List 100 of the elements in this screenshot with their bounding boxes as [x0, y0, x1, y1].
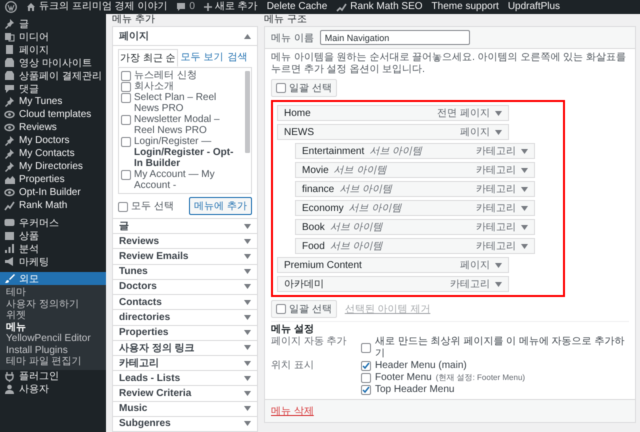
sidebar-item[interactable]: 우커머스 — [0, 216, 106, 229]
submenu-item[interactable]: 테마 — [0, 287, 106, 298]
caret-icon — [521, 168, 528, 172]
menu-item[interactable]: 아카데미 카테고리 — [277, 276, 509, 292]
sidebar-item[interactable]: 상품 — [0, 229, 106, 242]
scrollbar[interactable] — [245, 71, 250, 153]
accordion-header[interactable]: Properties — [112, 326, 258, 341]
checkbox[interactable] — [118, 202, 128, 212]
menu-item-type: 카테고리 — [476, 164, 516, 177]
sidebar-item[interactable]: 마케팅 — [0, 255, 106, 268]
sidebar-item[interactable]: Reviews — [0, 121, 106, 134]
accordion-header[interactable]: 카테고리 — [112, 356, 258, 372]
checkbox[interactable] — [121, 93, 131, 103]
menu-item[interactable]: Economy 서브 아이템 카테고리 — [295, 200, 535, 216]
accordion-header[interactable]: Subgenres — [112, 416, 258, 432]
accordion-header[interactable]: directories — [112, 310, 258, 326]
accordion-header[interactable]: 글 — [112, 219, 258, 234]
menu-item[interactable]: Premium Content 페이지 — [277, 257, 509, 273]
accordion-header[interactable]: Doctors — [112, 280, 258, 296]
menu-item[interactable]: Entertainment 서브 아이템 카테고리 — [295, 143, 535, 159]
caret-icon — [244, 314, 251, 320]
accordion-header[interactable]: Review Emails — [112, 249, 258, 265]
toolbar-link[interactable]: UpdraftPlus — [508, 1, 560, 13]
menu-item-title: NEWS — [284, 126, 314, 138]
accordion-header[interactable]: Reviews — [112, 234, 258, 250]
sidebar-item[interactable]: 댓글 — [0, 82, 106, 95]
tab[interactable]: 가장 최근 순 — [118, 49, 178, 67]
checkbox[interactable] — [121, 71, 131, 81]
tab[interactable]: 검색 — [226, 49, 248, 67]
accordion-header[interactable]: Leads - Lists — [112, 371, 258, 386]
accordion-header[interactable]: 사용자 정의 링크 — [112, 340, 258, 356]
accordion-header[interactable]: Contacts — [112, 295, 258, 310]
sidebar-item[interactable]: My Contacts — [0, 147, 106, 160]
checkbox[interactable] — [121, 115, 131, 125]
menu-item[interactable]: Home 전면 페이지 — [277, 105, 509, 121]
page-option: 회사소개 — [134, 81, 174, 92]
menu-item[interactable]: Movie 서브 아이템 카테고리 — [295, 162, 535, 178]
caret-icon — [521, 224, 528, 230]
settings-heading: 메뉴 설정 — [271, 324, 315, 336]
caret-icon — [244, 421, 251, 426]
new-link[interactable]: 새로 추가 — [204, 1, 258, 13]
sub-item-label: 서브 아이템 — [369, 145, 422, 158]
checkbox[interactable] — [361, 361, 371, 371]
menu-item[interactable]: NEWS 페이지 — [277, 124, 509, 140]
sidebar-item[interactable]: My Doctors — [0, 134, 106, 147]
checkbox[interactable] — [276, 83, 286, 93]
sidebar-item[interactable]: 외모 — [0, 272, 106, 285]
menu-item[interactable]: Food 서브 아이템 카테고리 — [295, 238, 535, 254]
submenu-item[interactable]: 사용자 정의하기 — [0, 298, 106, 310]
submenu-item[interactable]: Install Plugins — [0, 344, 106, 356]
submenu-item[interactable]: YellowPencil Editor — [0, 333, 106, 344]
store-icon — [4, 70, 15, 81]
sidebar-item[interactable]: My Tunes — [0, 95, 106, 108]
toolbar-link[interactable]: Theme support — [432, 1, 499, 13]
accordion-header[interactable]: Review Criteria — [112, 386, 258, 402]
sidebar-item[interactable]: 미디어 — [0, 30, 106, 43]
checkbox[interactable] — [361, 373, 371, 383]
megaphone-icon — [4, 256, 15, 267]
site-title-link[interactable]: 듀크의 프리미엄 경제 이야기 — [26, 1, 168, 13]
accordion-header[interactable]: Music — [112, 402, 258, 417]
checkbox[interactable] — [361, 385, 371, 395]
sidebar-item[interactable]: My Directories — [0, 160, 106, 173]
comments-link[interactable]: 0 — [176, 1, 195, 13]
pin-icon — [4, 148, 15, 159]
checkbox[interactable] — [276, 304, 286, 314]
tab[interactable]: 모두 보기 — [180, 49, 224, 67]
sidebar-item[interactable]: Cloud templates — [0, 108, 106, 121]
bulk-select-button[interactable]: 일괄 선택 — [271, 300, 337, 318]
delete-menu-link[interactable]: 메뉴 삭제 — [271, 406, 314, 417]
sidebar-item[interactable]: Opt-In Builder — [0, 186, 106, 199]
setting-label: 위치 표시 — [271, 360, 315, 373]
pin-icon — [4, 96, 15, 107]
sidebar-item[interactable]: 분석 — [0, 242, 106, 255]
bulk-select-button[interactable]: 일괄 선택 — [271, 79, 337, 97]
sidebar-item[interactable]: 상품페이 결제관리 — [0, 69, 106, 82]
sidebar-item[interactable]: 페이지 — [0, 43, 106, 56]
sidebar-item[interactable]: 영상 마이사이트 — [0, 56, 106, 69]
menu-name-field[interactable]: Main Navigation — [320, 30, 470, 45]
sidebar-item[interactable]: Rank Math — [0, 199, 106, 212]
sidebar-item[interactable]: 플러그인 — [0, 370, 106, 382]
checkbox[interactable] — [121, 137, 131, 147]
menu-item[interactable]: Book 서브 아이템 카테고리 — [295, 219, 535, 235]
menu-item-type: 카테고리 — [476, 221, 516, 234]
checkbox[interactable] — [121, 82, 131, 92]
checkbox[interactable] — [121, 170, 131, 180]
page-option: Select Plan – Reel News PRO — [134, 92, 242, 114]
sidebar-item[interactable]: 글 — [0, 17, 106, 30]
submenu-item[interactable]: 테마 파일 편집기 — [0, 356, 106, 368]
toolbar-link[interactable]: Delete Cache — [266, 1, 328, 13]
accordion-header[interactable]: Tunes — [112, 264, 258, 280]
sidebar-item[interactable]: Properties — [0, 173, 106, 186]
menu-item[interactable]: finance 서브 아이템 카테고리 — [295, 181, 535, 197]
submenu-item[interactable]: 메뉴 — [0, 322, 106, 333]
submenu-item[interactable]: 위젯 — [0, 310, 106, 322]
sidebar-item[interactable]: 사용자 — [0, 382, 106, 396]
caret-icon — [521, 244, 528, 248]
add-to-menu-button[interactable]: 메뉴에 추가 — [189, 197, 252, 215]
pin-icon — [4, 18, 15, 29]
toolbar-link[interactable]: Rank Math SEO — [336, 1, 423, 13]
checkbox[interactable] — [361, 343, 371, 353]
